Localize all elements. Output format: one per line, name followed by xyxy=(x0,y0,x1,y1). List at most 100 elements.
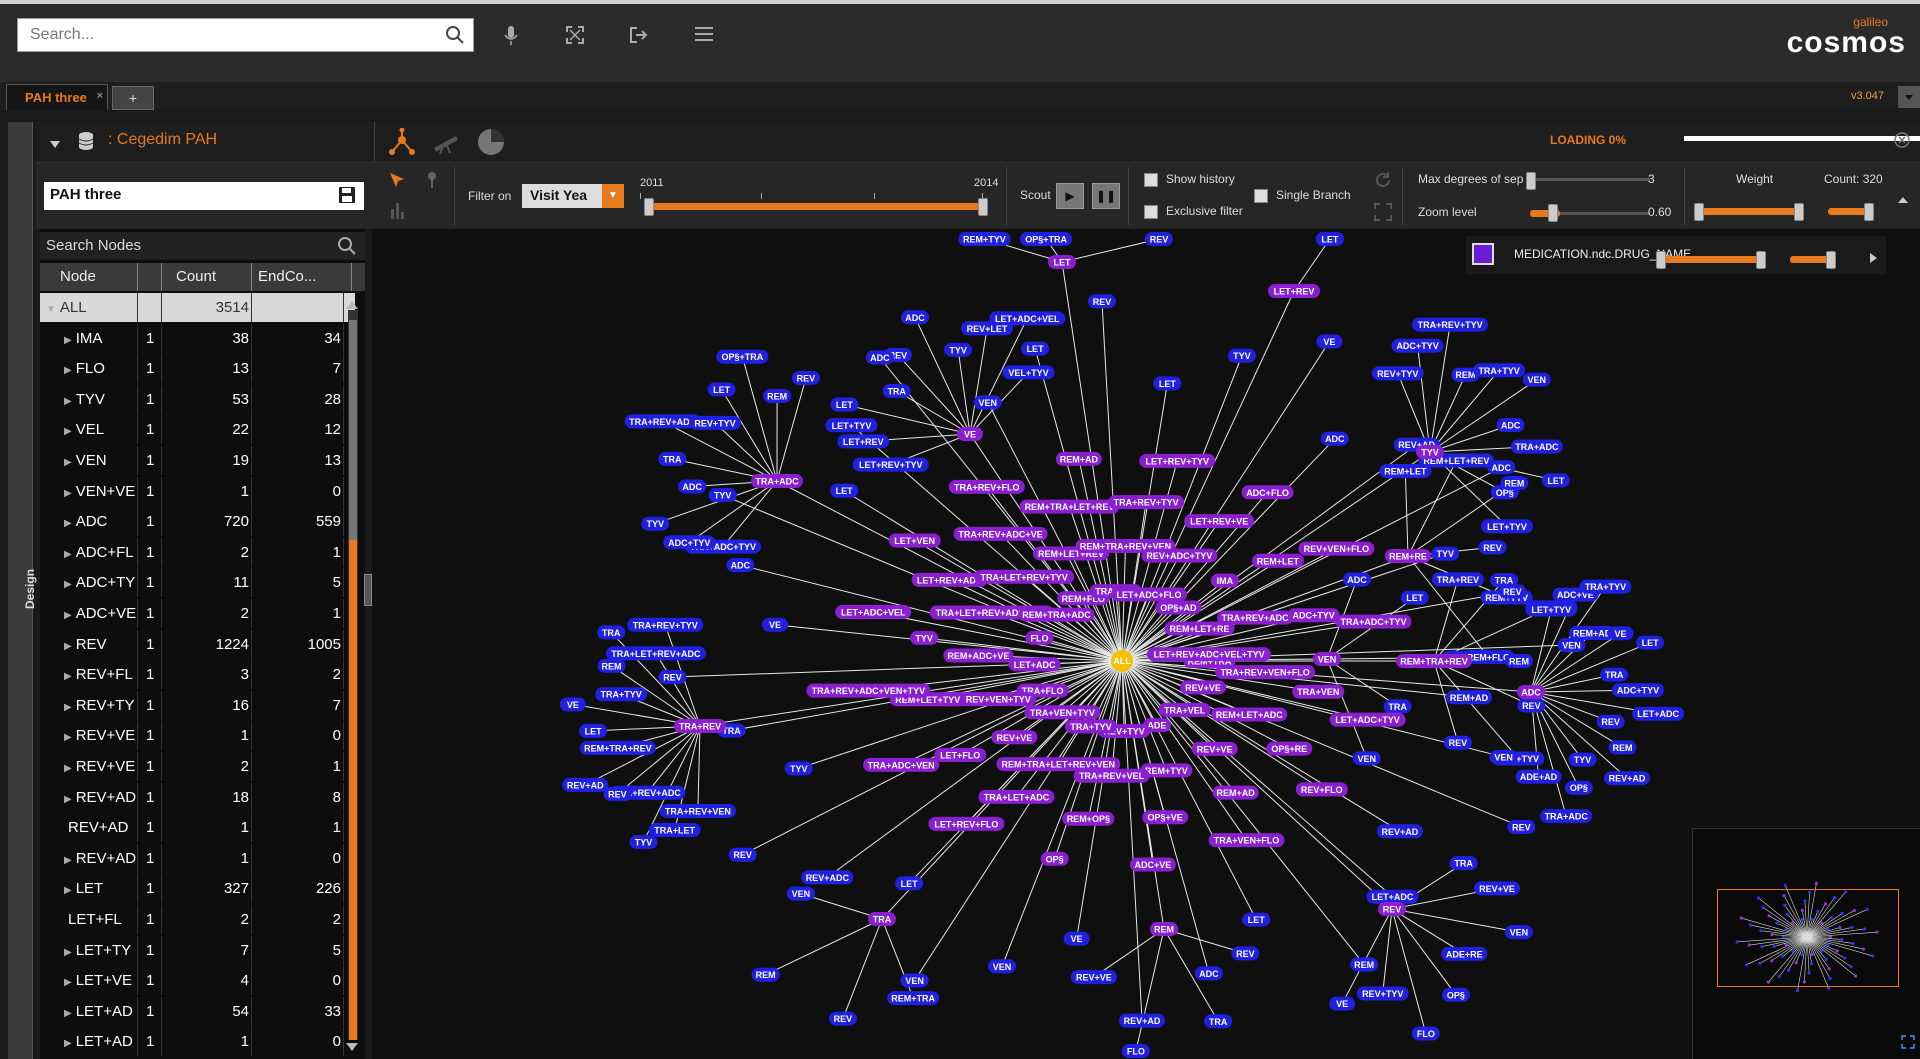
graph-node[interactable]: VE xyxy=(1329,996,1356,1011)
zoom-slider[interactable] xyxy=(1560,212,1650,215)
graph-node[interactable]: REM+AD xyxy=(1212,785,1259,800)
search-box[interactable] xyxy=(17,18,474,52)
legend-color-swatch[interactable] xyxy=(1472,243,1494,265)
graph-node[interactable]: LET xyxy=(707,382,736,397)
expand-toggle-icon[interactable]: ▶ xyxy=(64,885,72,896)
graph-node[interactable]: TRA+REV+ADC xyxy=(1217,610,1294,625)
graph-node[interactable]: LET xyxy=(1315,232,1344,246)
graph-node[interactable]: REM+AD xyxy=(1055,451,1102,466)
graph-node[interactable]: TRA+ADC xyxy=(751,474,803,488)
graph-node[interactable]: TYV xyxy=(641,516,670,531)
graph-node[interactable]: REM+TRA+ADC xyxy=(1018,607,1095,622)
expand-toggle-icon[interactable]: ▶ xyxy=(64,855,72,866)
graph-node[interactable]: TRA+REV+VEN+FLO xyxy=(1215,665,1316,680)
expand-toggle-icon[interactable]: ▶ xyxy=(64,794,72,805)
search-icon[interactable] xyxy=(445,25,465,50)
graph-node[interactable]: VE xyxy=(1316,334,1343,349)
graph-node[interactable]: REV+AD xyxy=(1119,1013,1166,1028)
table-row[interactable]: ▶ VEL 1 22 12 xyxy=(40,415,355,445)
expand-toggle-icon[interactable]: ▶ xyxy=(64,947,72,958)
weight-slider[interactable] xyxy=(1698,208,1798,215)
graph-node[interactable]: REM+AD xyxy=(1446,690,1493,705)
graph-node[interactable]: TRA+ADC+VEN xyxy=(863,757,940,772)
search-nodes-field[interactable]: Search Nodes xyxy=(40,232,365,260)
panel-resize-handle[interactable] xyxy=(364,574,372,606)
close-tab-icon[interactable]: × xyxy=(97,83,103,109)
year-range-slider[interactable] xyxy=(648,203,982,210)
graph-node[interactable]: TRA+REV+TYV xyxy=(1108,495,1185,510)
graph-node[interactable]: TRA xyxy=(868,912,896,926)
network-graph-canvas[interactable]: TRA+ADC+TYV ADC+TYV TYV ADC TRA TRA+REV+ADC RE… xyxy=(372,229,1920,1059)
graph-node[interactable]: OP§+RE xyxy=(1266,741,1313,756)
show-history-checkbox[interactable] xyxy=(1144,173,1158,187)
graph-node[interactable]: REV xyxy=(658,670,687,685)
graph-node[interactable]: TRA+TYV xyxy=(1579,579,1632,594)
graph-node[interactable]: LET xyxy=(1153,376,1182,391)
graph-node[interactable]: REV xyxy=(1231,946,1260,961)
graph-node[interactable]: LET xyxy=(1400,590,1429,605)
microphone-icon[interactable] xyxy=(504,26,518,51)
graph-node[interactable]: TYV xyxy=(910,630,939,645)
expand-toggle-icon[interactable]: ▶ xyxy=(64,579,72,590)
expand-toggle-icon[interactable]: ▶ xyxy=(64,763,72,774)
graph-node[interactable]: REV xyxy=(1596,714,1625,729)
expand-toggle-icon[interactable]: ▶ xyxy=(64,518,72,529)
graph-node[interactable]: REV+VE xyxy=(1180,680,1227,695)
graph-node[interactable]: VEL+TYV xyxy=(1002,365,1055,380)
graph-node[interactable]: LET xyxy=(1636,635,1665,650)
table-row[interactable]: ▶ LET+TY 1 7 5 xyxy=(40,935,355,965)
single-branch-checkbox[interactable] xyxy=(1254,189,1268,203)
col-endcount[interactable]: EndCo... xyxy=(252,263,352,291)
close-circle-icon[interactable] xyxy=(1894,132,1910,153)
graph-node[interactable]: REV+TYV xyxy=(689,415,742,430)
legend-weight-max-handle[interactable] xyxy=(1756,251,1766,269)
graph-node[interactable]: LET+ADC+TYV xyxy=(1329,712,1406,727)
pie-chart-icon[interactable] xyxy=(476,127,506,162)
graph-node[interactable]: LET+VEN xyxy=(888,533,941,548)
table-row[interactable]: ▶ FLO 1 13 7 xyxy=(40,354,355,384)
graph-node[interactable]: TRA xyxy=(597,625,626,640)
graph-node[interactable]: VEN xyxy=(1557,637,1586,652)
telescope-icon[interactable] xyxy=(432,130,460,159)
minimap[interactable] xyxy=(1692,828,1920,1059)
graph-node[interactable]: REM xyxy=(1505,654,1533,668)
col-level[interactable] xyxy=(138,263,162,291)
graph-node[interactable]: TRA+TYV xyxy=(595,687,648,702)
save-icon[interactable] xyxy=(338,186,356,208)
graph-node[interactable]: OP§ xyxy=(1040,851,1069,866)
graph-node[interactable]: REV xyxy=(1144,232,1173,246)
graph-node[interactable]: ADE+AD xyxy=(1515,769,1562,784)
legend-weight-min-handle[interactable] xyxy=(1656,251,1666,269)
graph-node[interactable]: LET+REV+VE xyxy=(1184,514,1255,529)
graph-node[interactable]: ADC+TYV xyxy=(663,535,716,550)
graph-node[interactable]: TYV xyxy=(629,834,658,849)
table-row[interactable]: ▶ REV+AD 1 18 8 xyxy=(40,782,355,812)
table-row[interactable]: ▶ LET 1 327 226 xyxy=(40,874,355,904)
nodes-scrollbar[interactable] xyxy=(348,310,358,1040)
graph-node[interactable]: FLO xyxy=(1411,1026,1440,1041)
graph-node[interactable]: LET xyxy=(1048,255,1076,269)
max-degrees-slider[interactable] xyxy=(1530,178,1650,181)
refresh-icon[interactable] xyxy=(1374,171,1392,194)
graph-node[interactable]: ADC xyxy=(1487,460,1516,475)
expand-toggle-icon[interactable]: ▶ xyxy=(64,1038,72,1049)
expand-toggle-icon[interactable]: ▶ xyxy=(64,335,72,346)
graph-node[interactable]: LET+TYV xyxy=(1481,519,1534,534)
search-icon[interactable] xyxy=(337,236,357,266)
add-tab-button[interactable]: + xyxy=(112,86,154,110)
expand-right-icon[interactable] xyxy=(1870,250,1878,268)
table-row[interactable]: ▶ LET+AD 1 54 33 xyxy=(40,996,355,1026)
graph-node[interactable]: TRA+VEN+FLO xyxy=(1208,833,1285,848)
expand-toggle-icon[interactable]: ▶ xyxy=(64,610,72,621)
graph-node[interactable]: LET xyxy=(1541,473,1570,488)
expand-toggle-icon[interactable]: ▼ xyxy=(46,304,56,315)
graph-node[interactable]: TRA+VEN xyxy=(1292,684,1345,699)
graph-node[interactable]: LET+FLO xyxy=(934,748,987,763)
graph-node[interactable]: TRA+REV+ADC+VE xyxy=(953,526,1048,541)
graph-node[interactable]: REM+TRA+LET+REV xyxy=(1019,499,1120,514)
graph-node[interactable]: REV+VE xyxy=(991,730,1038,745)
graph-node[interactable]: TRA xyxy=(658,451,687,466)
graph-node[interactable]: REM+TRA xyxy=(887,991,940,1006)
zoom-handle[interactable] xyxy=(1548,204,1558,222)
scrollbar-thumb[interactable] xyxy=(349,320,357,540)
